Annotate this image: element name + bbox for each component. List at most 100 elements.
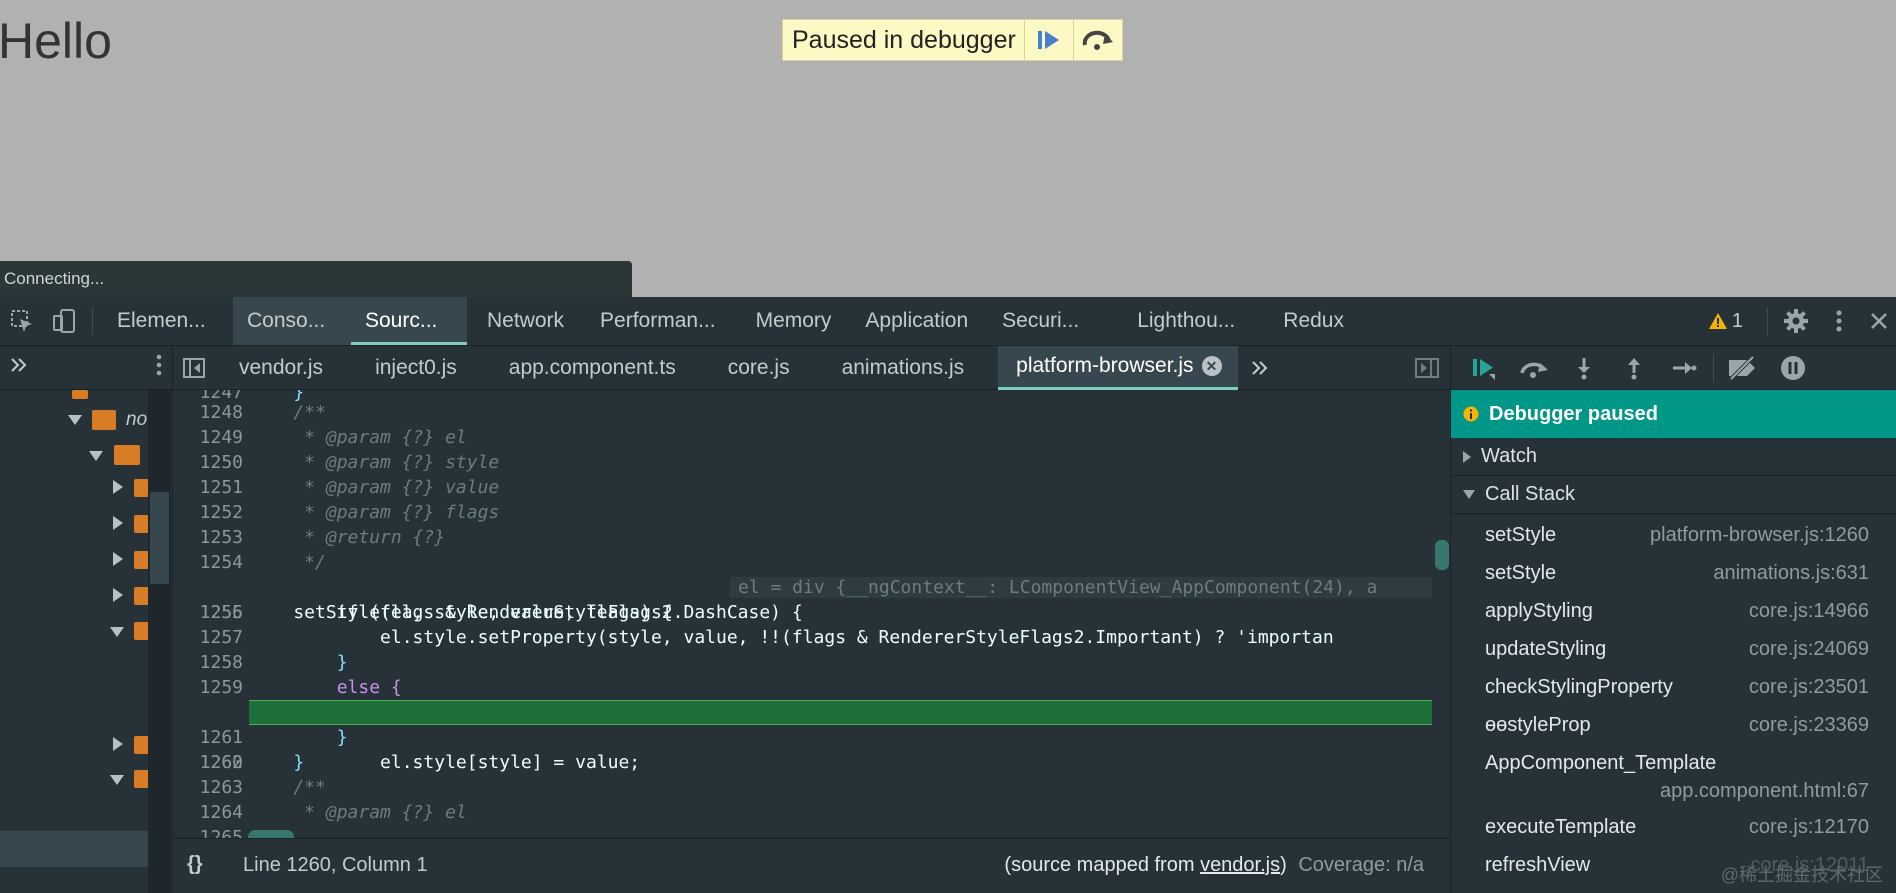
- code-line: 1249 * @param {?} el: [199, 427, 467, 448]
- editor-scroll-thumb[interactable]: [1435, 540, 1449, 570]
- execution-highlight: [249, 700, 1432, 725]
- tab-elements[interactable]: Elemen...: [101, 297, 215, 345]
- step-into-icon[interactable]: [1559, 346, 1609, 390]
- tab-memory[interactable]: Memory: [742, 297, 846, 345]
- settings-gear-icon[interactable]: [1776, 297, 1816, 345]
- warning-count: 1: [1731, 309, 1743, 332]
- warning-icon: [1708, 313, 1727, 329]
- active-file-name: platform-browser.js: [1016, 354, 1194, 377]
- folder-icon[interactable]: [114, 445, 140, 465]
- folder-icon[interactable]: [72, 390, 88, 399]
- navigator-scrollbar[interactable]: [148, 390, 171, 893]
- code-line: 1248 /**: [199, 402, 326, 423]
- callstack-section-header[interactable]: Call Stack: [1451, 476, 1896, 514]
- toggle-debugger-pane-icon[interactable]: [1405, 346, 1449, 390]
- code-line: 1252 * @param {?} flags: [199, 502, 500, 523]
- source-map-link[interactable]: vendor.js: [1200, 854, 1280, 876]
- step-icon[interactable]: [1659, 346, 1709, 390]
- warnings-counter[interactable]: 1: [1708, 310, 1743, 333]
- step-over-icon[interactable]: [1072, 20, 1122, 60]
- resume-icon[interactable]: [1023, 20, 1073, 60]
- callstack-frame[interactable]: setStyle animations.js:631: [1451, 554, 1896, 592]
- editor-vertical-scrollbar[interactable]: [1432, 390, 1449, 838]
- code-area[interactable]: 1247 } 1248 /** 1249 * @param {?} el 125…: [173, 390, 1449, 838]
- code-line: 1256 if (flags & RendererStyleFlags2.Das…: [199, 602, 803, 623]
- tab-network[interactable]: Network: [473, 297, 578, 345]
- pause-on-exceptions-icon[interactable]: [1768, 346, 1818, 390]
- selected-tree-row[interactable]: [0, 831, 148, 867]
- more-options-icon[interactable]: [1816, 297, 1862, 345]
- debugger-sidebar: Debugger paused Watch Call Stack setStyl…: [1450, 346, 1896, 893]
- code-line: 1251 * @param {?} value: [199, 477, 500, 498]
- file-navigator: no: [0, 346, 173, 893]
- debugger-paused-label: Debugger paused: [1489, 402, 1658, 425]
- collapsed-arrow-icon[interactable]: [113, 737, 123, 751]
- pretty-print-icon[interactable]: {}: [187, 853, 203, 876]
- right-divider: [1767, 307, 1768, 335]
- watch-section-header[interactable]: Watch: [1451, 438, 1896, 476]
- tab-redux[interactable]: Redux: [1269, 297, 1358, 345]
- navigator-menu-icon[interactable]: [156, 354, 162, 381]
- tab-lighthouse[interactable]: Lighthou...: [1123, 297, 1249, 345]
- editor-horizontal-scroll-thumb[interactable]: [248, 830, 294, 838]
- file-tab-inject0[interactable]: inject0.js: [349, 346, 483, 390]
- code-line: 1262 }: [199, 752, 305, 773]
- collapsed-arrow-icon[interactable]: [113, 480, 123, 494]
- inspect-element-icon[interactable]: [0, 297, 44, 345]
- deactivate-breakpoints-icon[interactable]: [1718, 346, 1768, 390]
- expand-arrow-icon[interactable]: [110, 775, 124, 785]
- code-line: 1257 el.style.setProperty(style, value, …: [199, 627, 1334, 648]
- expand-arrow-icon[interactable]: [68, 415, 82, 425]
- collapsed-arrow-icon[interactable]: [113, 588, 123, 602]
- file-tab-vendor[interactable]: vendor.js: [215, 346, 349, 390]
- callstack-frame[interactable]: setStyle platform-browser.js:1260: [1451, 516, 1896, 554]
- tab-performance[interactable]: Performan...: [586, 297, 730, 345]
- tab-sources[interactable]: Sourc...: [351, 297, 467, 345]
- toggle-navigator-icon[interactable]: [173, 346, 215, 390]
- file-tab-core[interactable]: core.js: [702, 346, 816, 390]
- page-heading: Hello: [0, 13, 112, 69]
- file-tab-animations[interactable]: animations.js: [816, 346, 999, 390]
- device-toolbar-icon[interactable]: [44, 297, 84, 345]
- paused-banner-text: Paused in debugger: [792, 25, 1016, 54]
- callstack-frame[interactable]: checkStylingProperty core.js:23501: [1451, 668, 1896, 706]
- callstack-frame[interactable]: AppComponent_Template app.component.html:…: [1451, 744, 1896, 808]
- tab-application[interactable]: Application: [851, 297, 982, 345]
- callstack-frame[interactable]: updateStyling core.js:24069: [1451, 630, 1896, 668]
- collapsed-arrow-icon[interactable]: [113, 516, 123, 530]
- tab-security[interactable]: Securi...: [988, 297, 1093, 345]
- toolbar-divider: [1713, 353, 1714, 382]
- file-tab-app-component[interactable]: app.component.ts: [483, 346, 702, 390]
- step-out-icon[interactable]: [1609, 346, 1659, 390]
- tab-console[interactable]: Conso...: [233, 297, 351, 345]
- page-viewport: Hello Paused in debugger Connecting...: [0, 0, 1896, 298]
- more-tabs-chevron-icon[interactable]: [10, 357, 28, 378]
- callstack-frame[interactable]: applyStyling core.js:14966: [1451, 592, 1896, 630]
- watch-label: Watch: [1481, 445, 1537, 467]
- close-tab-icon[interactable]: ✕: [1201, 356, 1222, 376]
- file-tabs: vendor.js inject0.js app.component.ts co…: [173, 345, 1449, 390]
- more-files-chevron-icon[interactable]: [1238, 346, 1282, 390]
- debugger-toolbar: [1451, 346, 1896, 390]
- tabbar-divider: [92, 307, 93, 335]
- file-tab-platform-browser[interactable]: platform-browser.js ✕: [998, 345, 1238, 390]
- code-line: 1263 /**: [199, 777, 326, 798]
- code-line: 1261 }: [199, 727, 348, 748]
- connecting-status: Connecting...: [0, 261, 632, 297]
- debugger-paused-bar: Debugger paused: [1451, 390, 1896, 438]
- close-devtools-icon[interactable]: [1862, 297, 1896, 345]
- step-over-icon[interactable]: [1509, 346, 1559, 390]
- callstack-list: setStyle platform-browser.js:1260 setStyl…: [1451, 514, 1896, 884]
- callstack-frame[interactable]: executeTemplate core.js:12170: [1451, 808, 1896, 846]
- navigator-scroll-thumb[interactable]: [150, 492, 169, 584]
- collapsed-arrow-icon[interactable]: [113, 552, 123, 566]
- folder-icon[interactable]: [92, 410, 116, 430]
- expand-arrow-icon[interactable]: [89, 451, 103, 461]
- coverage-text: Coverage: n/a: [1298, 854, 1424, 876]
- paused-in-debugger-banner: Paused in debugger: [782, 19, 1123, 61]
- resume-icon[interactable]: [1459, 346, 1509, 390]
- cursor-position: Line 1260, Column 1: [243, 854, 428, 876]
- source-map-info: (source mapped from vendor.js) Coverage:…: [1004, 854, 1424, 876]
- expand-arrow-icon[interactable]: [110, 627, 124, 637]
- callstack-frame[interactable]: ɵɵstyleProp core.js:23369: [1451, 706, 1896, 744]
